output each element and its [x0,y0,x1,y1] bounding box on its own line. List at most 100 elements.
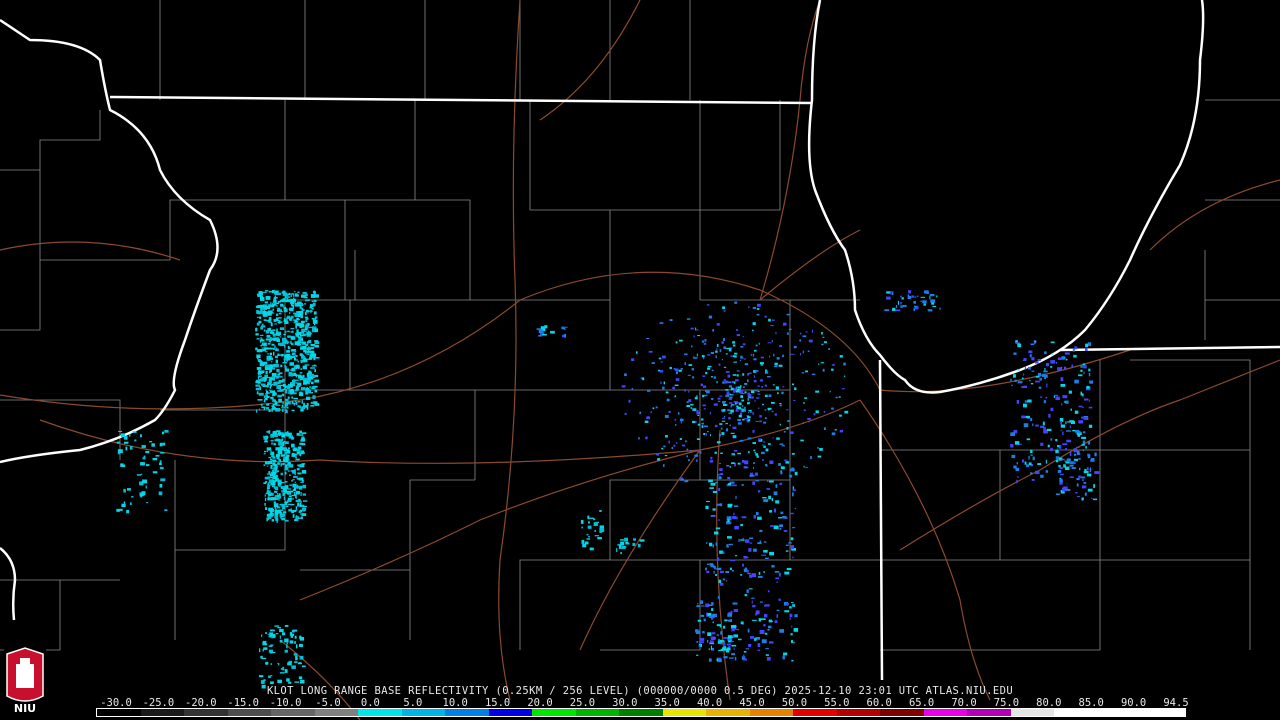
echo-pixel [723,379,726,381]
echo-pixel [802,422,804,424]
echo-pixel [884,309,890,312]
echo-pixel [831,407,833,410]
echo-pixel [290,498,294,500]
echo-pixel [698,645,701,648]
echo-pixel [728,412,733,415]
echo-pixel [686,318,691,320]
echo-pixel [279,384,284,386]
echo-pixel [273,351,275,356]
echo-pixel [805,466,809,469]
echo-pixel [1078,475,1081,479]
echo-pixel [761,451,765,455]
echo-pixel [284,467,289,471]
echo-pixel [719,583,724,586]
echo-pixel [257,375,262,378]
echo-pixel [819,448,823,451]
echo-pixel [759,420,762,423]
echo-pixel [284,649,288,653]
echo-pixel [294,641,296,644]
echo-pixel [639,539,645,542]
echo-pixel [293,653,298,656]
echo-pixel [701,355,705,358]
echo-pixel [271,459,277,462]
echo-pixel [774,620,778,624]
echo-pixel [283,496,286,501]
echo-pixel [722,306,725,309]
echo-pixel [719,468,723,471]
echo-pixel [310,347,315,350]
echo-pixel [755,453,759,456]
echo-pixel [747,437,752,440]
echo-pixel [272,480,276,483]
echo-pixel [300,368,302,370]
echo-pixel [713,376,717,379]
echo-pixel [730,559,736,562]
echo-pixel [266,335,271,338]
echo-pixel [284,451,287,455]
echo-pixel [734,301,738,304]
echo-pixel [294,290,296,293]
echo-pixel [264,503,266,506]
echo-pixel [725,428,728,432]
echo-pixel [769,551,774,556]
echo-pixel [710,640,714,644]
echo-pixel [778,572,781,577]
echo-pixel [1062,395,1068,399]
echo-pixel [257,356,259,360]
echo-pixel [769,480,774,483]
echo-pixel [663,464,665,467]
echo-pixel [1087,441,1091,445]
echo-pixel [290,298,293,302]
echo-pixel [1043,400,1046,404]
echo-pixel [713,403,718,406]
echo-pixel [294,304,297,306]
echo-pixel [1060,424,1066,428]
echo-pixel [265,506,267,509]
echo-pixel [799,332,802,335]
echo-pixel [277,627,281,629]
echo-pixel [749,574,753,578]
echo-pixel [764,632,768,635]
echo-pixel [298,477,304,481]
echo-pixel [744,539,750,543]
echo-pixel [662,386,665,390]
echo-pixel [708,315,713,319]
echo-pixel [748,644,751,647]
echo-pixel [764,613,768,618]
echo-pixel [789,474,793,478]
echo-pixel [753,548,757,552]
echo-pixel [273,486,276,489]
echo-pixel [753,358,757,361]
echo-pixel [296,432,300,436]
echo-pixel [810,456,812,459]
echo-pixel [718,487,721,491]
echo-pixel [275,438,280,442]
echo-pixel [305,299,310,301]
echo-pixel [770,525,774,527]
echo-pixel [280,303,284,307]
echo-pixel [844,410,849,414]
echo-pixel [762,459,764,461]
echo-pixel [1087,454,1091,459]
echo-pixel [805,331,808,333]
echo-pixel [739,391,743,394]
echo-pixel [689,450,692,452]
echo-pixel [294,681,299,683]
echo-pixel [1084,398,1089,401]
echo-pixel [754,400,756,402]
echo-pixel [687,374,691,376]
echo-pixel [271,343,275,346]
echo-pixel [314,344,319,348]
echo-pixel [544,325,548,329]
echo-pixel [791,625,793,628]
colorbar-swatch [1141,709,1185,716]
echo-pixel [752,442,756,444]
echo-pixel [563,326,568,328]
echo-pixel [284,360,286,362]
echo-pixel [263,319,267,321]
echo-pixel [771,410,774,413]
echo-pixel [695,420,697,423]
echo-pixel [1023,373,1025,376]
echo-pixel [788,542,792,544]
echo-pixel [267,489,269,492]
